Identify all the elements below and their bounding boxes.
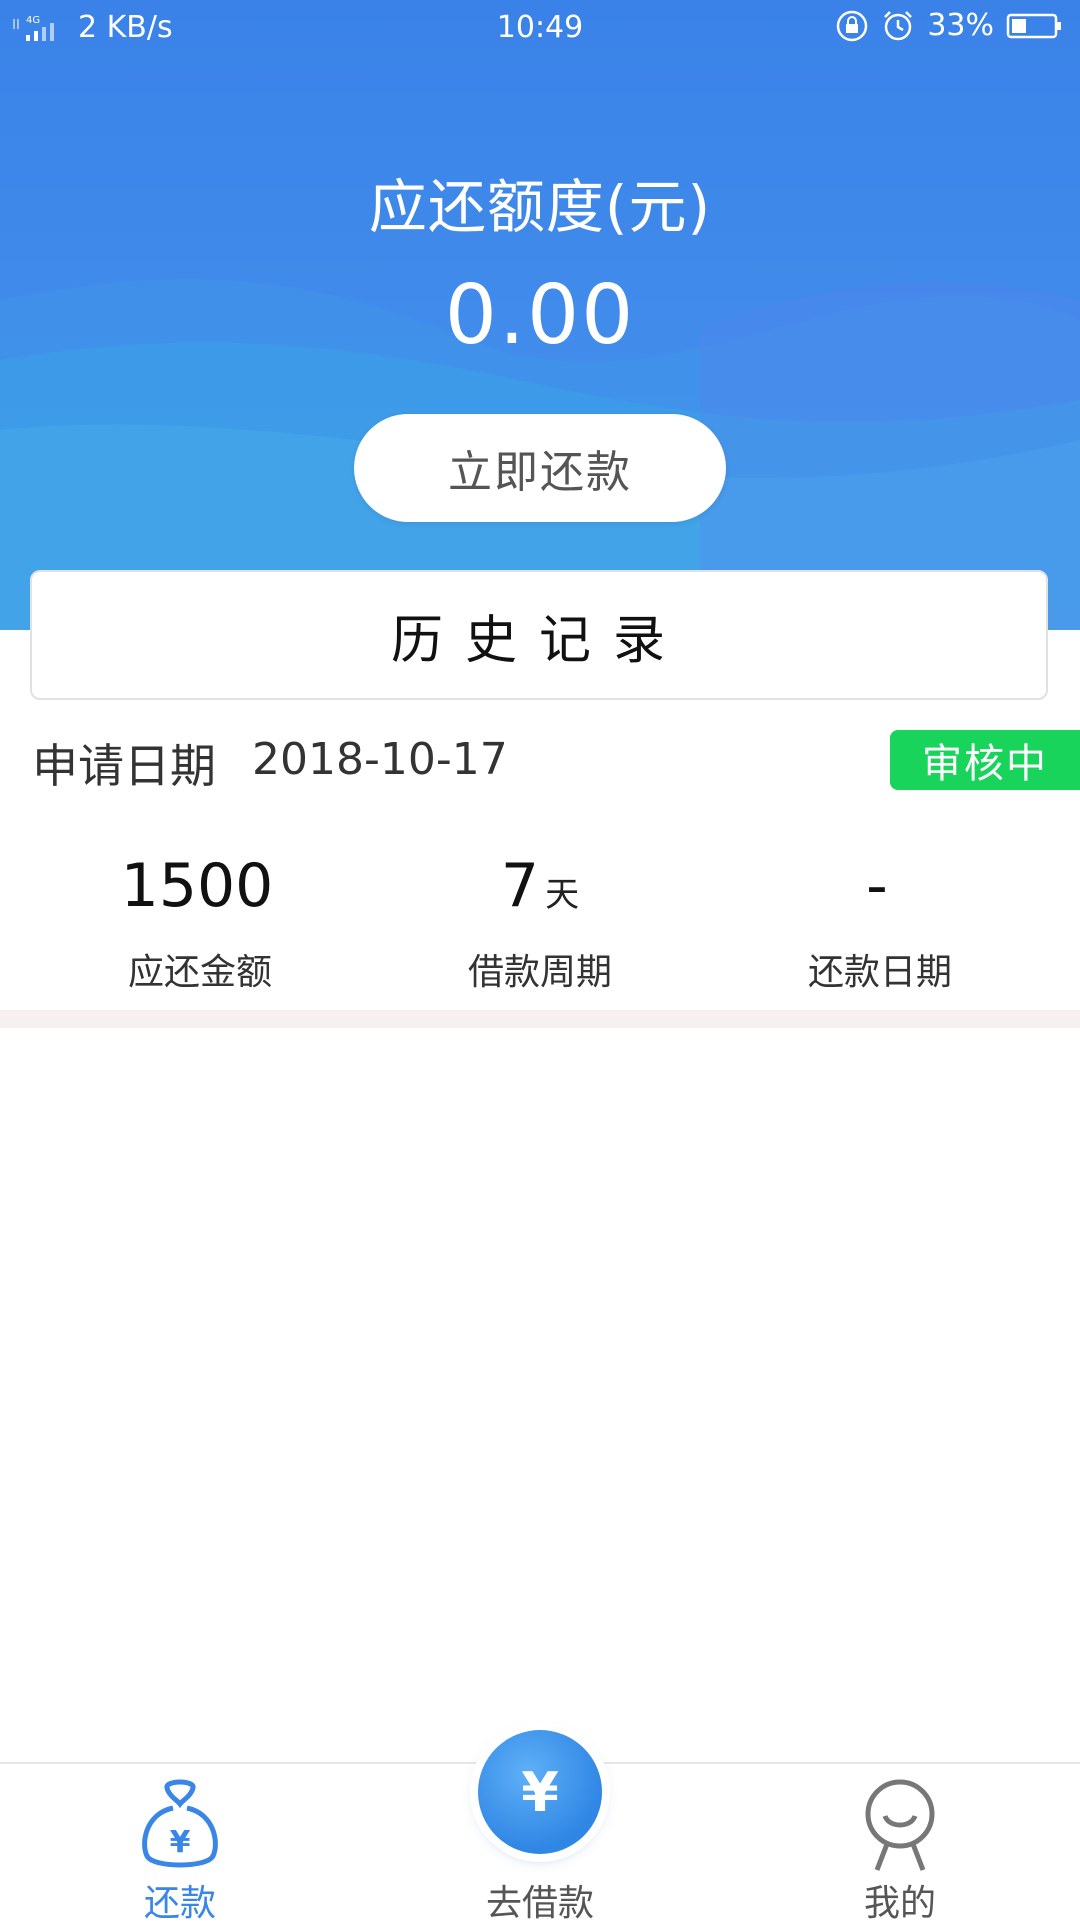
stat-value: 7: [500, 851, 540, 921]
stat-value-wrap: -: [730, 850, 1030, 931]
nav-label: 我的: [863, 1883, 936, 1924]
stat-value-wrap: 7天: [390, 850, 690, 931]
yen-coin-icon: ¥: [521, 1760, 559, 1824]
stat-value: -: [866, 851, 888, 921]
stat-repay-date: - 还款日期: [730, 850, 1030, 995]
stat-value: 1500: [120, 851, 274, 921]
status-bar: 4G 2 KB/s 10:49 33%: [0, 0, 1080, 56]
stat-loan-period: 7天 借款周期: [390, 850, 690, 995]
status-right: 33%: [835, 8, 1064, 43]
alarm-icon: [884, 10, 913, 40]
due-amount: 0.00: [444, 268, 636, 363]
apply-date-value: 2018-10-17: [252, 734, 508, 785]
page-title: 应还额度(元): [368, 173, 712, 241]
section-divider: [0, 1010, 1080, 1028]
nav-label: 去借款: [485, 1883, 594, 1924]
battery-icon: [1006, 13, 1061, 38]
stat-unit: 天: [545, 875, 580, 915]
history-records-button[interactable]: 历史记录: [30, 570, 1048, 700]
nav-item-mine[interactable]: 我的: [780, 1764, 1020, 1924]
battery-percent: 33%: [927, 8, 994, 43]
stat-value-wrap: 1500: [50, 850, 350, 931]
money-bag-icon: ¥: [142, 1779, 218, 1868]
repay-now-button[interactable]: 立即还款: [354, 414, 726, 522]
borrow-fab-button[interactable]: ¥: [478, 1730, 602, 1854]
rotation-lock-icon: [837, 10, 868, 41]
stat-label: 借款周期: [467, 952, 612, 993]
stat-label: 应还金额: [127, 952, 272, 993]
status-badge: 审核中: [890, 730, 1080, 790]
stat-label: 还款日期: [807, 952, 952, 993]
apply-date-label: 申请日期: [32, 739, 216, 793]
nav-item-repay[interactable]: ¥ 还款: [60, 1764, 300, 1924]
stat-due-amount: 1500 应还金额: [50, 850, 350, 995]
svg-text:¥: ¥: [170, 1825, 191, 1860]
loan-stats: 1500 应还金额 7天 借款周期 - 还款日期: [0, 850, 1080, 993]
nav-label: 还款: [143, 1883, 216, 1924]
person-icon: [865, 1779, 935, 1871]
header-banner: 4G 2 KB/s 10:49 33% 应还额度(元) 0.00: [0, 0, 1080, 630]
